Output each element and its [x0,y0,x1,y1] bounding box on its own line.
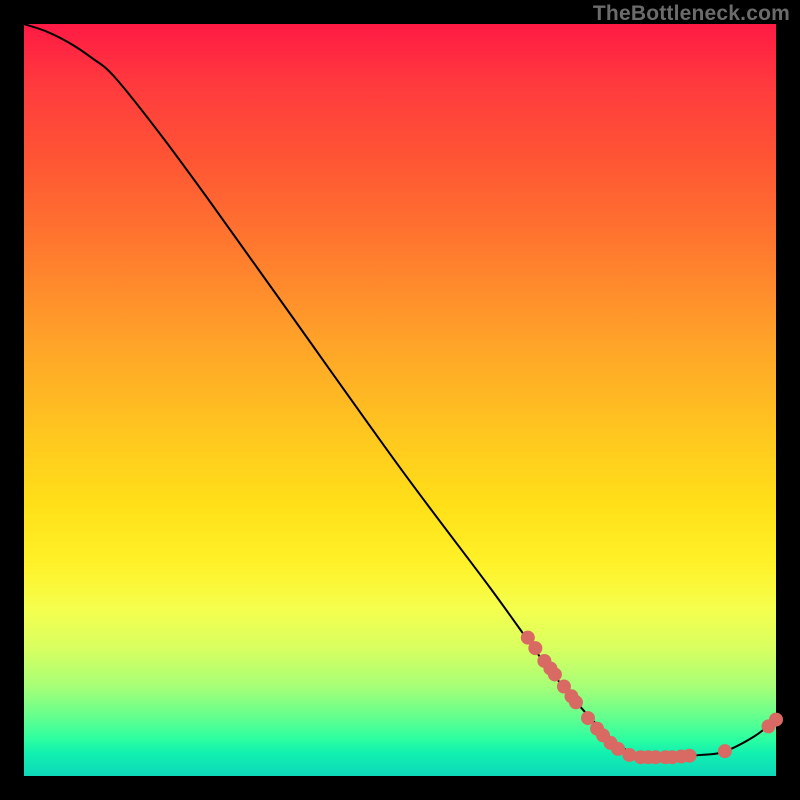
chart-data-point [582,712,595,725]
chart-data-point [548,668,561,681]
chart-svg-layer [24,24,776,776]
chart-data-point [718,745,731,758]
chart-data-point [683,749,696,762]
chart-data-point [529,642,542,655]
chart-data-point [623,748,636,761]
chart-curve [24,24,776,758]
attribution-watermark: TheBottleneck.com [593,2,790,26]
chart-data-point [770,713,783,726]
chart-data-point [569,696,582,709]
